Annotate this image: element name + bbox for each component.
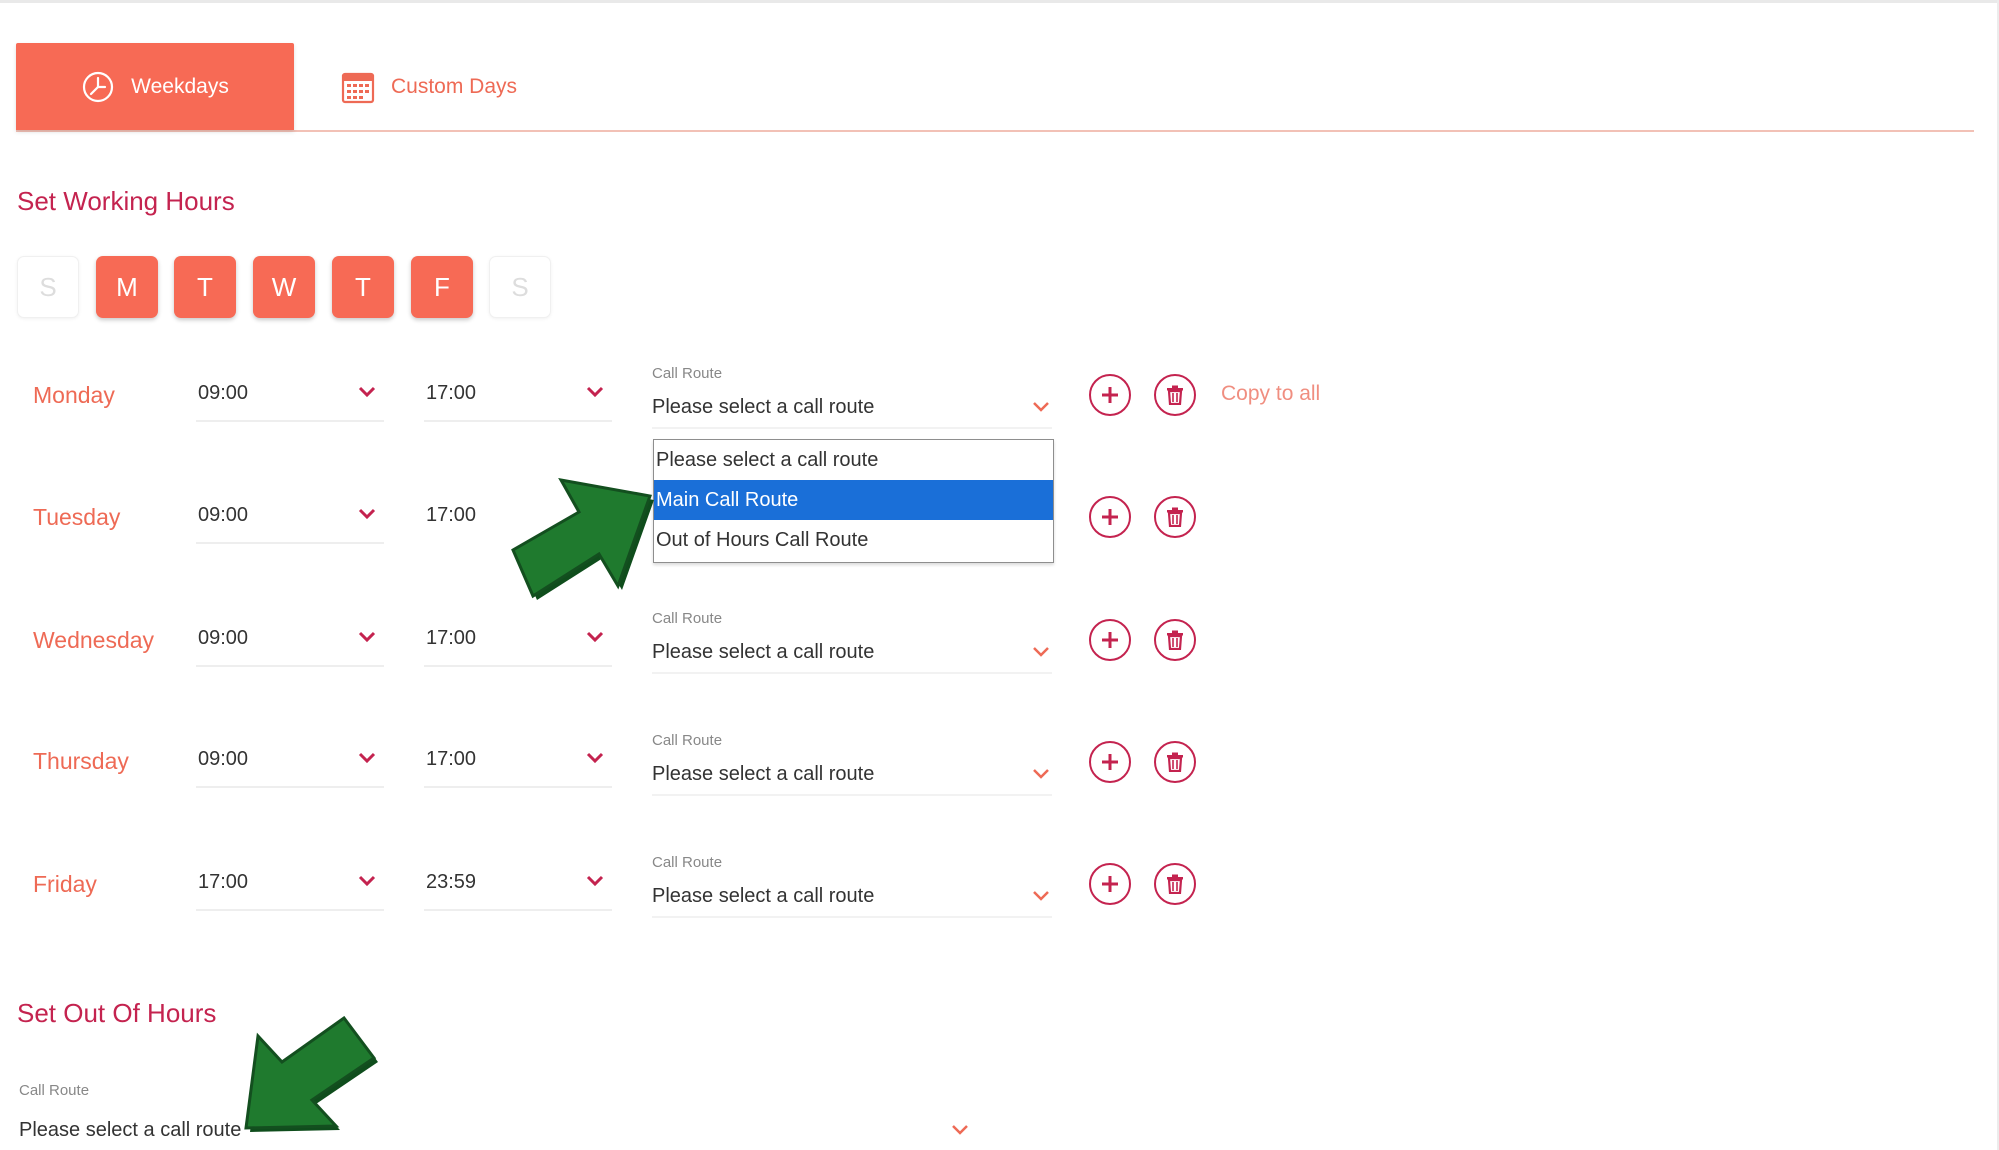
calendar-icon: [341, 72, 375, 103]
delete-time-slot-button-wednesday[interactable]: [1154, 619, 1196, 661]
trash-icon: [1167, 630, 1183, 650]
call-route-value: Please select a call route: [652, 396, 875, 418]
top-border: [0, 0, 1999, 3]
start-time-select-tuesday[interactable]: 09:00: [196, 494, 384, 544]
start-time-value: 09:00: [198, 504, 249, 526]
call-route-dropdown-list: Please select a call route Main Call Rou…: [653, 439, 1054, 563]
chevron-down-icon: [586, 631, 604, 643]
day-label-tuesday: Tuesday: [33, 504, 121, 530]
plus-icon: [1102, 876, 1118, 892]
delete-time-slot-button-thursday[interactable]: [1154, 741, 1196, 783]
start-time-select-monday[interactable]: 09:00: [196, 372, 384, 422]
chevron-down-icon: [358, 508, 376, 520]
call-route-label: Call Route: [652, 365, 723, 382]
call-route-label: Call Route: [652, 610, 723, 627]
end-time-value: 17:00: [426, 504, 477, 526]
chevron-down-icon: [1033, 769, 1049, 779]
call-route-label: Call Route: [652, 732, 723, 749]
trash-icon: [1167, 874, 1183, 894]
delete-time-slot-button-monday[interactable]: [1154, 374, 1196, 416]
chevron-down-icon: [952, 1125, 968, 1135]
out-of-hours-call-route-select[interactable]: Call Route Please select a call route: [19, 1082, 969, 1142]
call-route-label: Call Route: [19, 1082, 90, 1099]
chevron-down-icon: [586, 752, 604, 764]
chevron-down-icon: [586, 875, 604, 887]
end-time-value: 23:59: [426, 871, 477, 893]
end-time-value: 17:00: [426, 382, 477, 404]
plus-icon: [1102, 509, 1118, 525]
chevron-down-icon: [358, 386, 376, 398]
end-time-select-thursday[interactable]: 17:00: [424, 738, 612, 788]
copy-to-all-link[interactable]: Copy to all: [1221, 382, 1320, 406]
day-label-thursday: Thursday: [33, 748, 129, 774]
end-time-value: 17:00: [426, 748, 477, 770]
annotation-arrow-icon: [511, 478, 654, 600]
start-time-select-friday[interactable]: 17:00: [196, 861, 384, 911]
day-label-wednesday: Wednesday: [33, 627, 155, 653]
end-time-select-friday[interactable]: 23:59: [424, 861, 612, 911]
start-time-select-thursday[interactable]: 09:00: [196, 738, 384, 788]
chevron-down-icon: [586, 386, 604, 398]
day-label-friday: Friday: [33, 871, 97, 897]
working-hours-title: Set Working Hours: [17, 186, 235, 216]
day-toggle-sunday[interactable]: S: [17, 256, 79, 318]
tab-custom-days[interactable]: Custom Days: [341, 43, 517, 130]
start-time-select-wednesday[interactable]: 09:00: [196, 617, 384, 667]
add-time-slot-button-tuesday[interactable]: [1089, 496, 1131, 538]
trash-icon: [1167, 385, 1183, 405]
end-time-select-wednesday[interactable]: 17:00: [424, 617, 612, 667]
out-of-hours-title: Set Out Of Hours: [17, 998, 217, 1028]
call-route-select-wednesday[interactable]: Call Route Please select a call route: [652, 610, 1052, 674]
day-toggle-tuesday[interactable]: T: [174, 256, 236, 318]
day-toggle-friday[interactable]: F: [411, 256, 473, 318]
plus-icon: [1102, 754, 1118, 770]
dropdown-option-out-of-hours-call-route[interactable]: Out of Hours Call Route: [654, 520, 1053, 560]
call-route-value: Please select a call route: [652, 885, 875, 907]
add-time-slot-button-wednesday[interactable]: [1089, 619, 1131, 661]
trash-icon: [1167, 507, 1183, 527]
start-time-value: 17:00: [198, 871, 249, 893]
delete-time-slot-button-friday[interactable]: [1154, 863, 1196, 905]
call-route-select-thursday[interactable]: Call Route Please select a call route: [652, 732, 1052, 796]
call-route-value: Please select a call route: [19, 1119, 242, 1141]
dropdown-option-placeholder[interactable]: Please select a call route: [654, 440, 1053, 480]
add-time-slot-button-thursday[interactable]: [1089, 741, 1131, 783]
day-toggle-wednesday[interactable]: W: [253, 256, 315, 318]
tab-weekdays[interactable]: Weekdays: [16, 43, 294, 130]
start-time-value: 09:00: [198, 748, 249, 770]
call-route-value: Please select a call route: [652, 641, 875, 663]
call-route-label: Call Route: [652, 854, 723, 871]
add-time-slot-button-friday[interactable]: [1089, 863, 1131, 905]
chevron-down-icon: [1033, 891, 1049, 901]
tab-weekdays-label: Weekdays: [131, 74, 229, 98]
end-time-select-monday[interactable]: 17:00: [424, 372, 612, 422]
day-toggle-monday[interactable]: M: [96, 256, 158, 318]
dropdown-option-main-call-route[interactable]: Main Call Route: [654, 480, 1053, 520]
start-time-value: 09:00: [198, 627, 249, 649]
start-time-value: 09:00: [198, 382, 249, 404]
annotation-arrow-icon: [244, 1016, 378, 1132]
end-time-value: 17:00: [426, 627, 477, 649]
chevron-down-icon: [1033, 402, 1049, 412]
plus-icon: [1102, 387, 1118, 403]
add-time-slot-button-monday[interactable]: [1089, 374, 1131, 416]
schedule-tabs: Weekdays Custom Days: [16, 43, 1974, 132]
call-route-select-monday[interactable]: Call Route Please select a call route: [652, 365, 1052, 429]
chevron-down-icon: [358, 875, 376, 887]
call-route-value: Please select a call route: [652, 763, 875, 785]
plus-icon: [1102, 632, 1118, 648]
day-toggle-saturday[interactable]: S: [489, 256, 551, 318]
delete-time-slot-button-tuesday[interactable]: [1154, 496, 1196, 538]
clock-icon: [83, 71, 114, 102]
chevron-down-icon: [358, 631, 376, 643]
tab-custom-days-label: Custom Days: [391, 74, 518, 98]
chevron-down-icon: [1033, 647, 1049, 657]
day-label-monday: Monday: [33, 382, 115, 408]
call-route-select-friday[interactable]: Call Route Please select a call route: [652, 854, 1052, 918]
day-toggle-thursday[interactable]: T: [332, 256, 394, 318]
chevron-down-icon: [358, 752, 376, 764]
trash-icon: [1167, 752, 1183, 772]
